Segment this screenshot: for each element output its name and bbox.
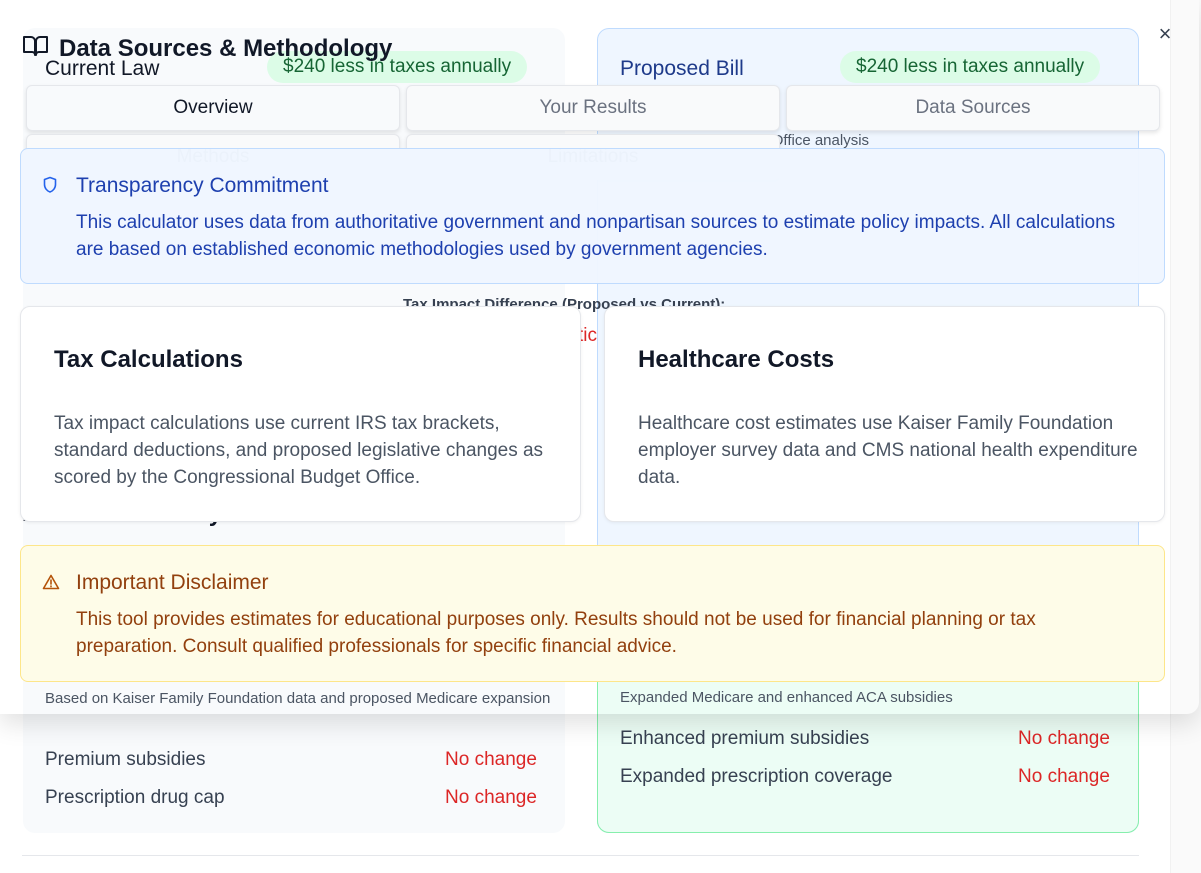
transparency-body: This calculator uses data from authorita… [76,212,1116,260]
card-title: Tax Calculations [54,346,243,373]
proposed-row-label: Expanded prescription coverage [620,766,893,787]
tab-your-results[interactable]: Your Results [406,85,780,131]
methodology-modal: Data Sources & Methodology × Overview Yo… [0,0,1199,714]
disclaimer-callout: Important Disclaimer This tool provides … [20,545,1165,682]
card-title: Healthcare Costs [638,346,835,373]
modal-header: Data Sources & Methodology [22,34,392,63]
close-button[interactable]: × [1153,21,1177,46]
book-open-icon [22,34,49,63]
transparency-title: Transparency Commitment [76,174,329,197]
current-row-value: No change [445,787,537,808]
proposed-row-label: Enhanced premium subsidies [620,728,870,749]
current-row-label: Premium subsidies [45,749,206,770]
current-row-label: Prescription drug cap [45,787,225,808]
proposed-row-value: No change [1018,766,1110,787]
shield-icon [42,176,58,199]
alert-triangle-icon [42,574,60,595]
tab-data-sources[interactable]: Data Sources [786,85,1160,131]
current-row-value: No change [445,749,537,770]
healthcare-costs-card: Healthcare Costs Healthcare cost estimat… [604,306,1165,522]
section-divider [22,855,1139,856]
tab-overview[interactable]: Overview [26,85,400,131]
disclaimer-title: Important Disclaimer [76,571,269,594]
card-body: Tax impact calculations use current IRS … [54,413,544,488]
tax-calculations-card: Tax Calculations Tax impact calculations… [20,306,581,522]
proposed-row-value: No change [1018,728,1110,749]
modal-title: Data Sources & Methodology [59,34,393,62]
close-icon: × [1158,21,1172,46]
disclaimer-body: This tool provides estimates for educati… [76,609,1036,657]
card-body: Healthcare cost estimates use Kaiser Fam… [638,413,1138,488]
transparency-callout: Transparency Commitment This calculator … [20,148,1165,284]
